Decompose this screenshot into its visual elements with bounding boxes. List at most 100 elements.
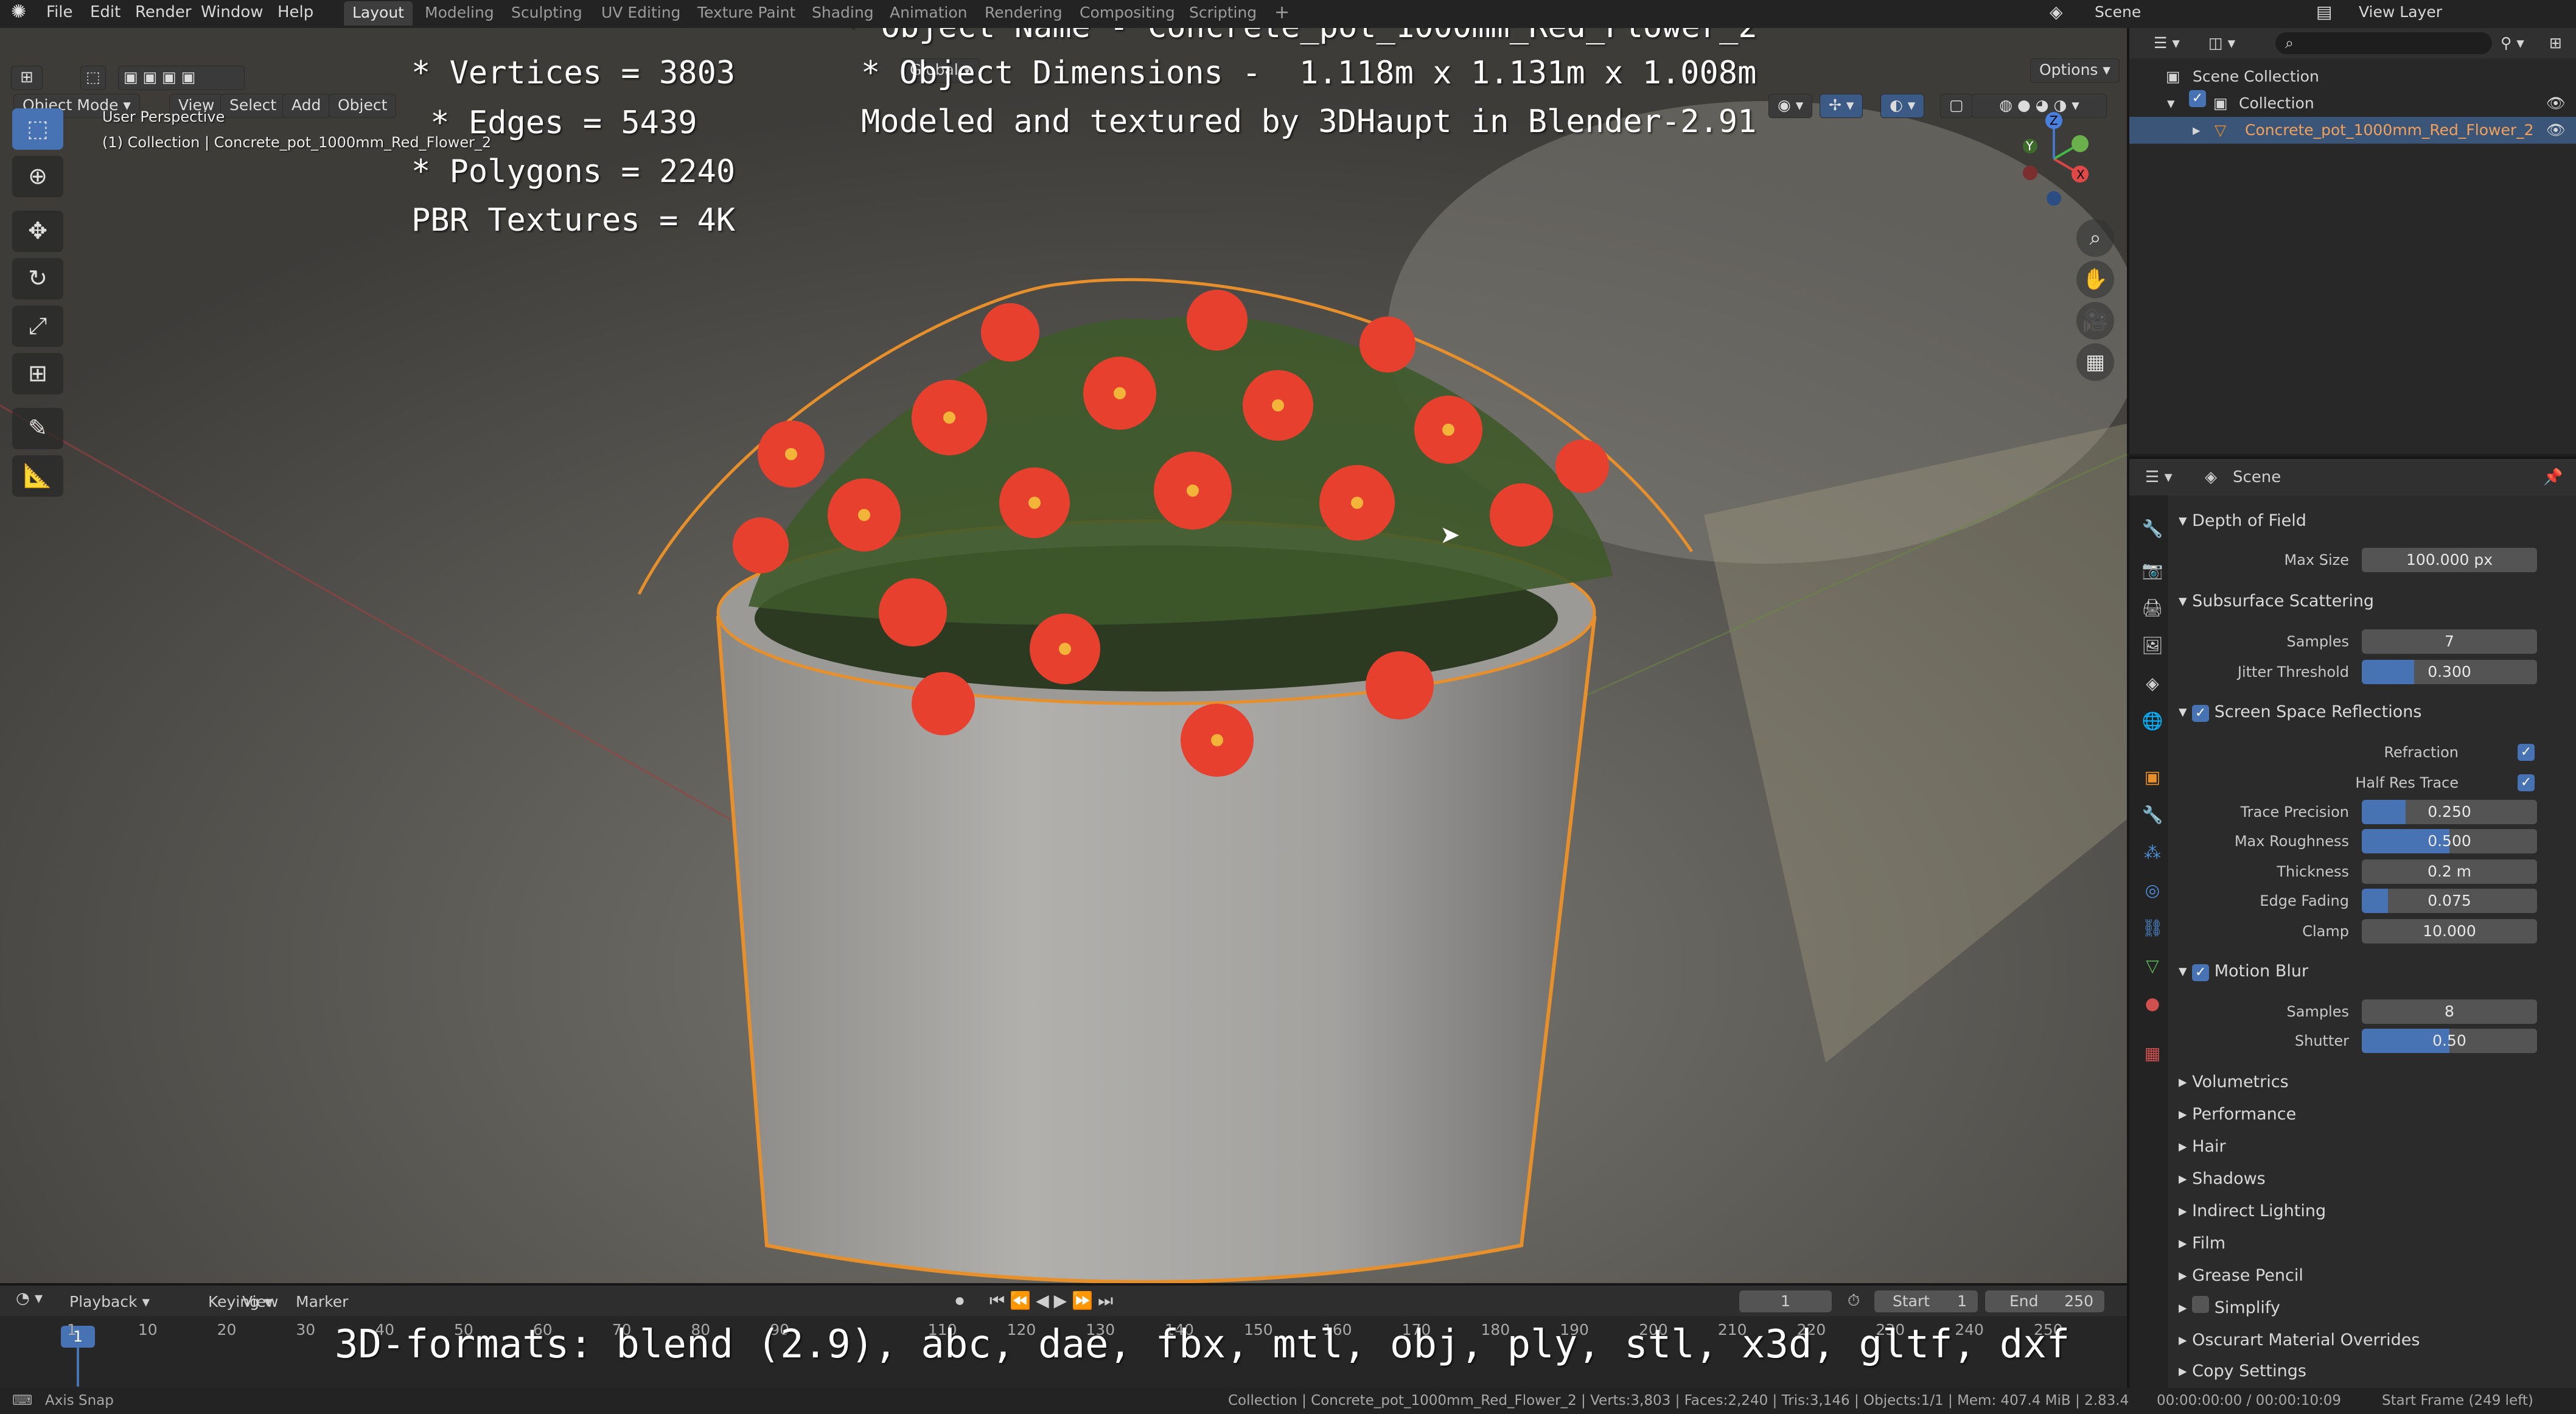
expand-arrow-icon[interactable]: ▸ xyxy=(2193,117,2201,144)
tab-sculpting[interactable]: Sculpting xyxy=(503,1,591,26)
mb-samples-field[interactable]: 8 xyxy=(2362,999,2537,1024)
menu-help[interactable]: Help xyxy=(277,0,313,28)
timeline-view-menu[interactable]: View xyxy=(242,1293,278,1311)
properties-editor-icon[interactable]: ☰ ▾ xyxy=(2145,459,2173,495)
pan-hand-icon[interactable]: ✋ xyxy=(2076,261,2114,298)
tab-scripting[interactable]: Scripting xyxy=(1181,1,1265,26)
section-grease-pencil[interactable]: ▸ Grease Pencil xyxy=(2179,1260,2556,1292)
camera-view-icon[interactable]: 🎥 xyxy=(2076,302,2114,340)
scene-name[interactable]: Scene xyxy=(2095,0,2141,28)
section-simplify[interactable]: ▸ Simplify xyxy=(2179,1292,2556,1324)
select-tool-icon[interactable]: ⬚ xyxy=(12,108,63,150)
trace-precision-slider[interactable]: 0.250 xyxy=(2362,800,2537,824)
tab-texture-paint[interactable]: Texture Paint xyxy=(689,1,804,26)
section-copy-settings[interactable]: ▸ Copy Settings xyxy=(2179,1357,2556,1386)
motion-blur-checkbox[interactable]: ✓ xyxy=(2192,964,2210,981)
transform-tool-icon[interactable]: ⊞ xyxy=(12,353,63,394)
scale-tool-icon[interactable]: ⤢ xyxy=(12,306,63,347)
ortho-grid-icon[interactable]: ▦ xyxy=(2076,343,2114,381)
playback-controls-icons[interactable]: ⏮⏪◀▶⏩⏭ xyxy=(990,1290,1118,1311)
filter-icon[interactable]: ⚲ ▾ xyxy=(2501,28,2524,58)
overlay-toggle-icon[interactable]: ◐ ▾ xyxy=(1880,94,1925,118)
pin-icon[interactable]: 📌 xyxy=(2543,459,2563,495)
3d-viewport[interactable]: ⊞ ⬚ ▣ ▣ ▣ ▣ Object Mode ▾ View Select Ad… xyxy=(0,28,2127,1283)
section-depth-of-field[interactable]: ▾ Depth of Field xyxy=(2179,505,2556,537)
new-collection-icon[interactable]: ⊞ xyxy=(2549,28,2562,58)
section-volumetrics[interactable]: ▸ Volumetrics xyxy=(2179,1066,2556,1098)
section-subsurface-scattering[interactable]: ▾ Subsurface Scattering xyxy=(2179,586,2556,617)
shutter-slider[interactable]: 0.50 xyxy=(2362,1029,2537,1053)
tab-modeling[interactable]: Modeling xyxy=(416,1,503,26)
object-visibility-icon[interactable]: 👁 xyxy=(2546,117,2566,144)
tool-tab-icon[interactable]: 🔧 xyxy=(2141,517,2164,541)
menu-render[interactable]: Render xyxy=(135,0,192,28)
data-tab-icon[interactable]: ▽ xyxy=(2141,954,2164,978)
section-hair[interactable]: ▸ Hair xyxy=(2179,1131,2556,1163)
tab-compositing[interactable]: Compositing xyxy=(1071,1,1184,26)
options-dropdown[interactable]: Options ▾ xyxy=(2030,58,2120,83)
menu-window[interactable]: Window xyxy=(201,0,264,28)
cursor-tool-icon[interactable]: ⊕ xyxy=(12,156,63,197)
section-shadows[interactable]: ▸ Shadows xyxy=(2179,1163,2556,1195)
section-motion-blur[interactable]: ▾ ✓ Motion Blur xyxy=(2179,956,2556,987)
view-layer-icon[interactable]: ▤ xyxy=(2316,0,2332,28)
object-tab-icon[interactable]: ▣ xyxy=(2141,766,2164,789)
move-tool-icon[interactable]: ✥ xyxy=(12,211,63,252)
jitter-threshold-slider[interactable]: 0.300 xyxy=(2362,660,2537,684)
navigation-gizmo[interactable]: X Y Z xyxy=(2008,107,2100,211)
rotate-tool-icon[interactable]: ↻ xyxy=(12,258,63,299)
measure-tool-icon[interactable]: 📐 xyxy=(12,455,63,497)
current-frame-field[interactable]: 1 xyxy=(1739,1290,1832,1312)
outliner-row-object[interactable]: ▸ ▽ Concrete_pot_1000mm_Red_Flower_2 👁 xyxy=(2129,117,2576,144)
tab-shading[interactable]: Shading xyxy=(803,1,882,26)
max-size-field[interactable]: 100.000 px xyxy=(2362,548,2537,572)
marker-menu[interactable]: Marker xyxy=(296,1293,348,1311)
half-res-trace-checkbox[interactable]: ✓ xyxy=(2518,774,2535,791)
tab-animation[interactable]: Animation xyxy=(881,1,976,26)
end-frame-field[interactable]: End 250 xyxy=(1985,1290,2104,1312)
section-film[interactable]: ▸ Film xyxy=(2179,1228,2556,1259)
collapse-arrow-icon[interactable]: ▾ xyxy=(2167,90,2175,117)
playback-menu[interactable]: Playback ▾ xyxy=(69,1293,150,1311)
preview-range-icon[interactable]: ⏱ xyxy=(1848,1292,1860,1311)
output-tab-icon[interactable]: 🖨 xyxy=(2141,597,2164,620)
simplify-checkbox[interactable] xyxy=(2192,1296,2210,1313)
section-screen-space-reflections[interactable]: ▾ ✓ Screen Space Reflections xyxy=(2179,696,2556,728)
add-menu[interactable]: Add xyxy=(282,94,330,118)
select-menu[interactable]: Select xyxy=(220,94,286,118)
refraction-checkbox[interactable]: ✓ xyxy=(2518,744,2535,761)
scene-icon[interactable]: ◈ xyxy=(2050,0,2063,28)
clamp-field[interactable]: 10.000 xyxy=(2362,919,2537,943)
section-indirect-lighting[interactable]: ▸ Indirect Lighting xyxy=(2179,1195,2556,1227)
collection-checkbox-icon[interactable]: ✓ xyxy=(2189,90,2206,107)
visibility-icon[interactable]: ◉ ▾ xyxy=(1768,94,1813,118)
max-roughness-slider[interactable]: 0.500 xyxy=(2362,829,2537,853)
collection-visibility-icon[interactable]: 👁 xyxy=(2546,90,2566,117)
xray-toggle-icon[interactable]: ▢ xyxy=(1940,94,1973,118)
timeline-editor-icon[interactable]: ◔ ▾ xyxy=(16,1289,43,1307)
tab-rendering[interactable]: Rendering xyxy=(976,1,1071,26)
ssr-enable-checkbox[interactable]: ✓ xyxy=(2192,705,2210,722)
start-frame-field[interactable]: Start 1 xyxy=(1874,1290,1978,1312)
object-menu[interactable]: Object xyxy=(329,94,397,118)
annotate-tool-icon[interactable]: ✎ xyxy=(12,408,63,449)
selection-mode-icons[interactable]: ▣ ▣ ▣ ▣ xyxy=(118,66,245,90)
add-workspace-icon[interactable]: + xyxy=(1266,1,1298,26)
menu-file[interactable]: File xyxy=(46,0,73,28)
playhead-frame[interactable]: 1 xyxy=(61,1326,95,1348)
zoom-icon[interactable]: ⌕ xyxy=(2076,219,2114,257)
menu-edit[interactable]: Edit xyxy=(90,0,120,28)
view-layer-name[interactable]: View Layer xyxy=(2359,0,2442,28)
section-performance[interactable]: ▸ Performance xyxy=(2179,1099,2556,1130)
blender-logo-icon[interactable]: ✺ xyxy=(11,0,26,28)
sss-samples-field[interactable]: 7 xyxy=(2362,629,2537,654)
outliner-editor-icon[interactable]: ☰ ▾ xyxy=(2154,28,2180,58)
gizmo-toggle-icon[interactable]: ✢ ▾ xyxy=(1820,94,1863,118)
section-oscurart[interactable]: ▸ Oscurart Material Overrides xyxy=(2179,1325,2556,1356)
tab-uv-editing[interactable]: UV Editing xyxy=(593,1,689,26)
thickness-field[interactable]: 0.2 m xyxy=(2362,859,2537,884)
select-box-icon[interactable]: ⬚ xyxy=(80,66,106,90)
tab-layout[interactable]: Layout xyxy=(344,1,413,26)
edge-fading-slider[interactable]: 0.075 xyxy=(2362,889,2537,913)
outliner-row-collection[interactable]: ▾ ✓ ▣ Collection 👁 xyxy=(2129,90,2576,117)
